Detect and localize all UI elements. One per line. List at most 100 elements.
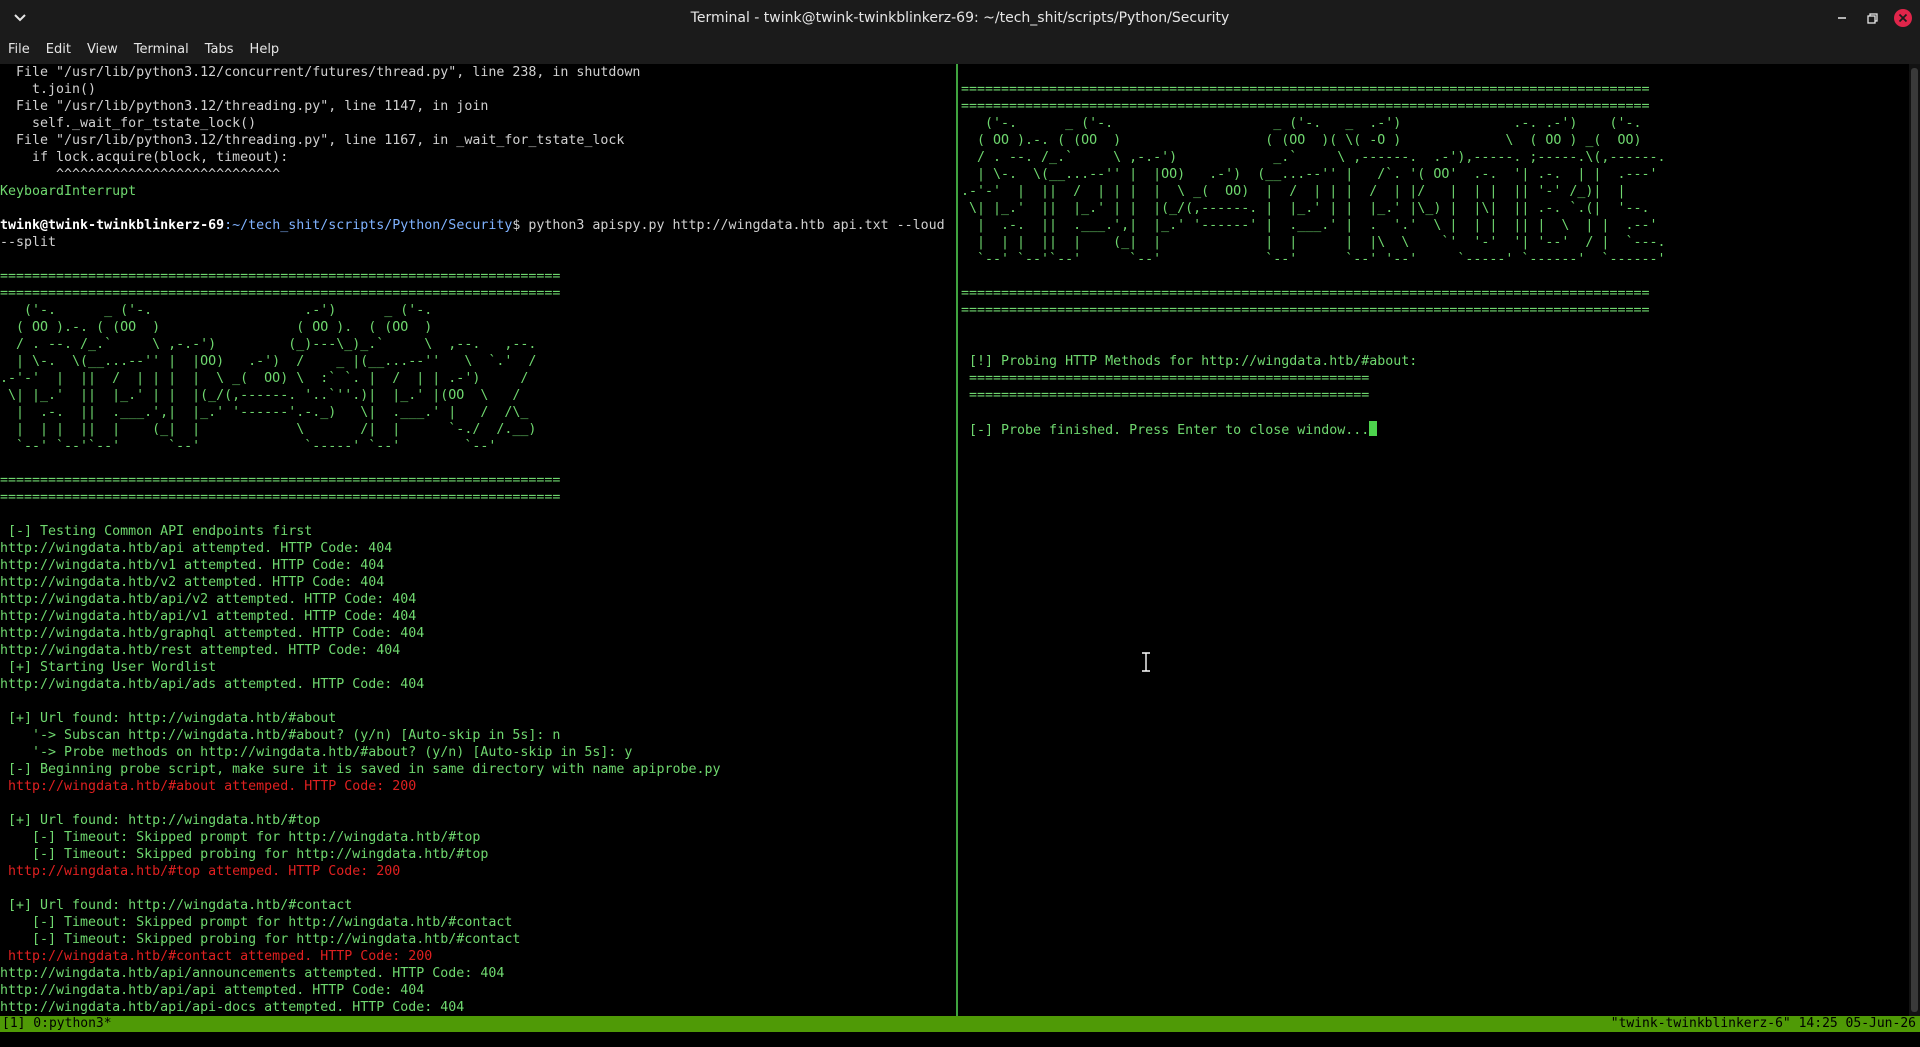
terminal-line: [-] Beginning probe script, make sure it… bbox=[0, 762, 721, 777]
terminal-line: http://wingdata.htb/api/v1 attempted. HT… bbox=[0, 609, 417, 624]
terminal-line: `--' `--'`--' `--' `-----' `--' `--' bbox=[0, 439, 497, 454]
terminal-line: | .-. || .___.',| |_.' '------' | .___.'… bbox=[961, 218, 1658, 233]
menu-help[interactable]: Help bbox=[242, 36, 288, 64]
terminal-line: File "/usr/lib/python3.12/concurrent/fut… bbox=[0, 65, 641, 80]
terminal-line: t.join() bbox=[0, 82, 97, 97]
close-icon[interactable] bbox=[1893, 8, 1913, 28]
status-window-list: [1] 0:python3* bbox=[2, 1016, 112, 1031]
terminal-line: http://wingdata.htb/graphql attempted. H… bbox=[0, 626, 425, 641]
terminal-line: [!] Probing HTTP Methods for http://wing… bbox=[961, 354, 1418, 369]
terminal-line: \| |_.' || |_.' | | |(_/(,------. '..`''… bbox=[0, 388, 521, 403]
title-bar: Terminal - twink@twink-twinkblinkerz-69:… bbox=[0, 0, 1920, 36]
terminal-line: .-'-' | || / | | | | \ _( OO) \ :` `. | … bbox=[0, 371, 529, 386]
terminal-line: ========================================… bbox=[961, 388, 1370, 403]
terminal-line-text: [-] Probe finished. Press Enter to close… bbox=[961, 423, 1370, 438]
terminal-line: http://wingdata.htb/rest attempted. HTTP… bbox=[0, 643, 401, 658]
terminal-line: ========================================… bbox=[961, 99, 1650, 114]
terminal-line: [-] Probe finished. Press Enter to close… bbox=[961, 421, 1909, 438]
terminal-line: ('-. _ ('-. .-') _ ('-. bbox=[0, 303, 433, 318]
terminal-line: ========================================… bbox=[0, 269, 561, 284]
menu-terminal[interactable]: Terminal bbox=[126, 36, 197, 64]
window-title: Terminal - twink@twink-twinkblinkerz-69:… bbox=[690, 10, 1230, 26]
terminal-line: [-] Testing Common API endpoints first bbox=[0, 524, 313, 539]
menu-file[interactable]: File bbox=[0, 36, 38, 64]
terminal-line: [-] Timeout: Skipped probing for http://… bbox=[0, 932, 521, 947]
terminal-line: ========================================… bbox=[961, 82, 1650, 97]
terminal-line: | | | || | (_| | | | | |\ \ `' '-' '| '-… bbox=[961, 235, 1666, 250]
terminal-line: [+] Url found: http://wingdata.htb/#abou… bbox=[0, 711, 337, 726]
terminal-line: if lock.acquire(block, timeout): bbox=[0, 150, 289, 165]
terminal-line: [+] Url found: http://wingdata.htb/#cont… bbox=[0, 898, 353, 913]
terminal-line: '-> Probe methods on http://wingdata.htb… bbox=[0, 745, 633, 760]
terminal-line-error: http://wingdata.htb/#contact attemped. H… bbox=[0, 949, 433, 964]
terminal-line: http://wingdata.htb/api/announcements at… bbox=[0, 966, 505, 981]
prompt-command: $ python3 apispy.py http://wingdata.htb … bbox=[512, 218, 945, 233]
status-host-clock: "twink-twinkblinkerz-6" 14:25 05-Jun-26 bbox=[1610, 1016, 1916, 1031]
terminal-line: .-'-' | || / | | | | \ _( OO) | / | | | … bbox=[961, 184, 1626, 199]
terminal-line: ========================================… bbox=[0, 286, 561, 301]
terminal-line: ========================================… bbox=[961, 286, 1650, 301]
menu-tabs[interactable]: Tabs bbox=[197, 36, 242, 64]
terminal-line: File "/usr/lib/python3.12/threading.py",… bbox=[0, 99, 489, 114]
terminal-line-error: http://wingdata.htb/#top attemped. HTTP … bbox=[0, 864, 401, 879]
terminal-line: --split bbox=[0, 235, 57, 250]
menu-bar: File Edit View Terminal Tabs Help bbox=[0, 36, 1920, 64]
maximize-icon[interactable] bbox=[1863, 8, 1883, 28]
terminal-line: http://wingdata.htb/api/api-docs attempt… bbox=[0, 1000, 465, 1015]
terminal-line-error: http://wingdata.htb/#about attemped. HTT… bbox=[0, 779, 417, 794]
terminal-line: http://wingdata.htb/api attempted. HTTP … bbox=[0, 541, 393, 556]
left-terminal-pane[interactable]: File "/usr/lib/python3.12/concurrent/fut… bbox=[0, 64, 956, 1016]
terminal-line: | \-. \(__...--'' | |OO) .-') (__...--''… bbox=[961, 167, 1658, 182]
terminal-line: ( OO ).-. ( (OO ) ( OO ). ( (OO ) bbox=[0, 320, 433, 335]
terminal-line: | \-. \(__...--'' | |OO) .-') / _ |(__..… bbox=[0, 354, 537, 369]
terminal-line: [-] Timeout: Skipped probing for http://… bbox=[0, 847, 489, 862]
left-terminal-output: File "/usr/lib/python3.12/concurrent/fut… bbox=[0, 64, 956, 1016]
terminal-line: ========================================… bbox=[0, 473, 561, 488]
terminal-line: ========================================… bbox=[0, 490, 561, 505]
pane-divider[interactable] bbox=[956, 64, 958, 1016]
terminal-line: `--' `--'`--' `--' `--' `--' '--' `-----… bbox=[961, 252, 1666, 267]
terminal-line: / . --. /_.` \ ,-.-') _.` \ ,------. .-'… bbox=[961, 150, 1666, 165]
right-terminal-pane[interactable]: ========================================… bbox=[961, 64, 1909, 1016]
scrollbar[interactable] bbox=[1909, 64, 1920, 1016]
tmux-status-bar: [1] 0:python3* "twink-twinkblinkerz-6" 1… bbox=[0, 1016, 1920, 1032]
terminal-line: / . --. /_.` \ ,-.-') (_)---\_)_.` \ ,--… bbox=[0, 337, 537, 352]
terminal-line: [-] Timeout: Skipped prompt for http://w… bbox=[0, 830, 481, 845]
terminal-line: [+] Starting User Wordlist bbox=[0, 660, 217, 675]
terminal-line: [-] Timeout: Skipped prompt for http://w… bbox=[0, 915, 513, 930]
terminal-line: self._wait_for_tstate_lock() bbox=[0, 116, 257, 131]
terminal-line: ========================================… bbox=[961, 303, 1650, 318]
menu-edit[interactable]: Edit bbox=[38, 36, 79, 64]
terminal-line: ^^^^^^^^^^^^^^^^^^^^^^^^^^^^ bbox=[0, 167, 281, 182]
terminal-line: http://wingdata.htb/api/api attempted. H… bbox=[0, 983, 425, 998]
terminal-line: '-> Subscan http://wingdata.htb/#about? … bbox=[0, 728, 561, 743]
terminal-line: http://wingdata.htb/v1 attempted. HTTP C… bbox=[0, 558, 385, 573]
menu-view[interactable]: View bbox=[79, 36, 126, 64]
terminal-line: \| |_.' || |_.' | | |(_/(,------. | |_.'… bbox=[961, 201, 1650, 216]
shell-prompt-line: twink@twink-twinkblinkerz-69:~/tech_shit… bbox=[0, 217, 956, 234]
terminal-line: | .-. || .___.',| |_.' '------'.-._) \| … bbox=[0, 405, 529, 420]
terminal-cursor bbox=[1369, 421, 1378, 436]
terminal-line: KeyboardInterrupt bbox=[0, 184, 137, 199]
prompt-path: :~/tech_shit/scripts/Python/Security bbox=[224, 218, 513, 233]
terminal-line: | | | || | (_| | \ /| | `-./ /.__) bbox=[0, 422, 537, 437]
terminal-line: ('-. _ ('-. _ ('-. _ .-') .-. .-') ('-. bbox=[961, 116, 1642, 131]
terminal-line: ( OO ).-. ( (OO ) ( (OO )( \( -O ) \ ( O… bbox=[961, 133, 1642, 148]
terminal-line: http://wingdata.htb/v2 attempted. HTTP C… bbox=[0, 575, 385, 590]
terminal-line: [+] Url found: http://wingdata.htb/#top bbox=[0, 813, 321, 828]
scrollbar-thumb[interactable] bbox=[1911, 68, 1918, 1012]
minimize-icon[interactable] bbox=[1832, 8, 1852, 28]
right-terminal-output: ========================================… bbox=[961, 64, 1909, 438]
